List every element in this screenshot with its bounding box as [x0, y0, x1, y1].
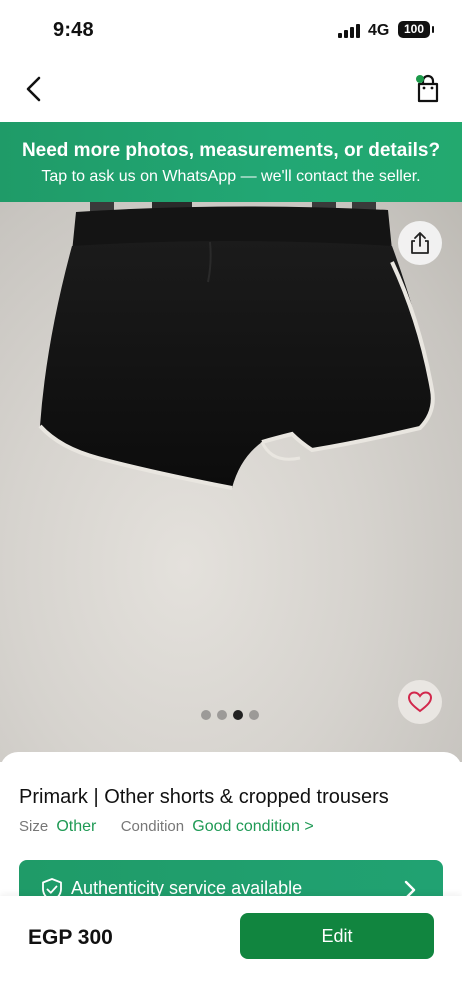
- share-button[interactable]: [398, 221, 442, 265]
- product-photo[interactable]: [0, 202, 462, 762]
- bottom-action-bar: EGP 300 Edit: [0, 896, 462, 1000]
- product-title: Primark | Other shorts & cropped trouser…: [19, 786, 389, 808]
- pagination-dot-active[interactable]: [233, 710, 243, 720]
- back-button[interactable]: [20, 74, 50, 104]
- chevron-right-icon: >: [304, 818, 314, 835]
- nav-bar: [0, 60, 462, 122]
- promo-title: Need more photos, measurements, or detai…: [21, 140, 441, 161]
- condition-value-text: Good condition: [192, 818, 300, 835]
- edit-button[interactable]: Edit: [240, 913, 434, 959]
- product-meta-row: Size Other Condition Good condition >: [19, 818, 314, 836]
- condition-label: Condition: [120, 818, 185, 835]
- price: EGP 300: [28, 926, 113, 949]
- size-value: Other: [56, 818, 97, 835]
- pagination-dot[interactable]: [249, 710, 259, 720]
- status-time: 9:48: [53, 19, 94, 41]
- signal-icon: [338, 24, 360, 38]
- chevron-left-icon: [26, 76, 41, 102]
- share-icon: [411, 232, 429, 254]
- pagination-dot[interactable]: [217, 710, 227, 720]
- favorite-button[interactable]: [398, 680, 442, 724]
- size-label: Size: [19, 818, 49, 835]
- heart-icon: [407, 691, 433, 713]
- cart-notification-dot: [416, 75, 424, 83]
- shorts-photo-image: [38, 202, 435, 490]
- gallery-pagination: [201, 710, 259, 720]
- whatsapp-promo-banner[interactable]: Need more photos, measurements, or detai…: [0, 122, 462, 202]
- pagination-dot[interactable]: [201, 710, 211, 720]
- network-type: 4G: [368, 22, 390, 39]
- condition-value[interactable]: Good condition >: [192, 818, 313, 835]
- promo-subtitle: Tap to ask us on WhatsApp — we'll contac…: [41, 168, 421, 185]
- battery-icon: 100: [398, 21, 434, 38]
- status-bar: 9:48 4G 100: [0, 0, 462, 60]
